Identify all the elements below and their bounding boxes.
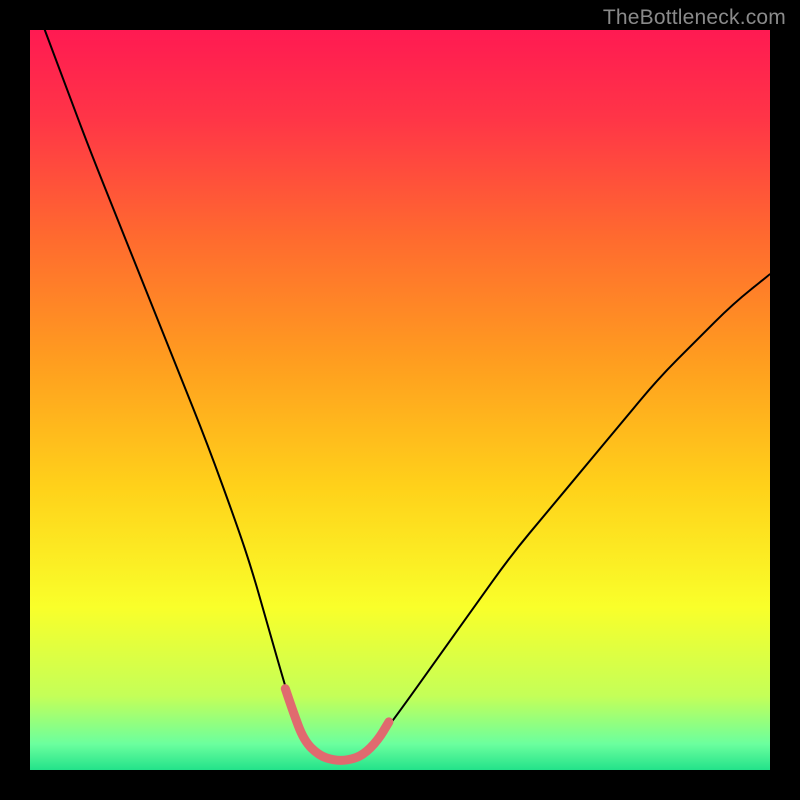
valley-highlight [285, 689, 389, 761]
chart-frame: TheBottleneck.com [0, 0, 800, 800]
main-curve [45, 30, 770, 760]
plot-area [30, 30, 770, 770]
watermark-text: TheBottleneck.com [603, 6, 786, 30]
curve-layer [30, 30, 770, 770]
